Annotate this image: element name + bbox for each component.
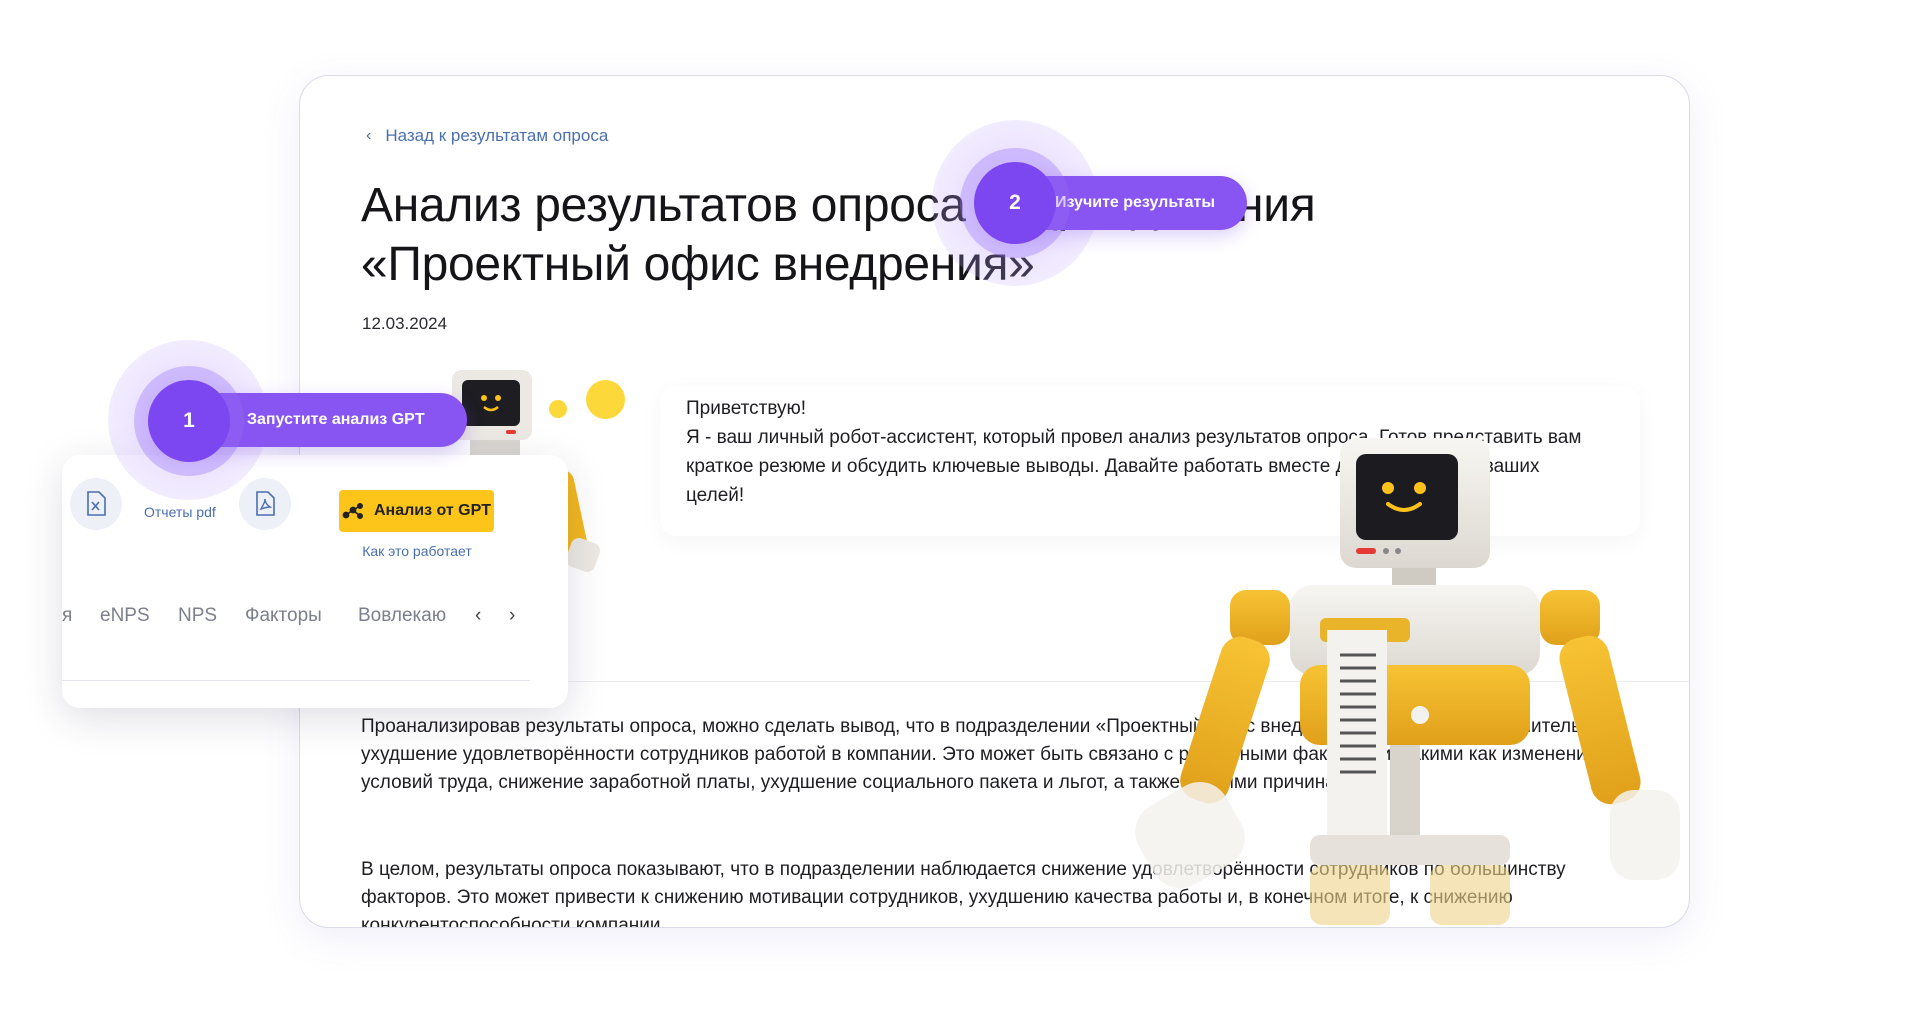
gpt-analysis-button-label: Анализ от GPT <box>373 502 492 519</box>
tabs-underline <box>62 680 530 681</box>
step-2-number: 2 <box>974 162 1056 244</box>
tab-partial[interactable]: я <box>62 605 72 627</box>
tab-enps[interactable]: eNPS <box>100 605 150 627</box>
result-tabs: я eNPS NPS Факторы Вовлекаю ‹ › <box>62 605 568 645</box>
tab-factors[interactable]: Факторы <box>245 605 322 627</box>
tab-engagement[interactable]: Вовлекаю <box>358 605 446 627</box>
network-icon <box>342 502 363 520</box>
report-date: 12.03.2024 <box>362 314 448 333</box>
tabs-prev-icon[interactable]: ‹ <box>475 605 481 627</box>
excel-export-button[interactable] <box>70 478 122 530</box>
chevron-left-icon: ‹ <box>366 127 372 144</box>
step-2-label: Изучите результаты <box>1055 194 1215 211</box>
big-robot-illustration <box>1135 438 1680 925</box>
pdf-reports-label[interactable]: Отчеты pdf <box>144 504 216 520</box>
pdf-export-button[interactable] <box>239 478 291 530</box>
excel-file-icon <box>87 491 106 516</box>
report-actions-panel: Отчеты pdf Анализ от GPT Как это работае… <box>62 455 568 708</box>
tab-nps[interactable]: NPS <box>178 605 217 627</box>
back-link[interactable]: ‹ Назад к результатам опроса <box>366 126 608 146</box>
pdf-file-icon <box>256 491 275 516</box>
tabs-next-icon[interactable]: › <box>509 605 515 627</box>
stage: ‹ Назад к результатам опроса Анализ резу… <box>0 0 1920 1012</box>
step-1-label: Запустите анализ GPT <box>247 411 425 428</box>
gpt-analysis-button[interactable]: Анализ от GPT <box>339 490 494 532</box>
how-it-works-link[interactable]: Как это работает <box>352 543 482 559</box>
back-link-label: Назад к результатам опроса <box>385 126 609 145</box>
step-1-number: 1 <box>148 380 230 462</box>
